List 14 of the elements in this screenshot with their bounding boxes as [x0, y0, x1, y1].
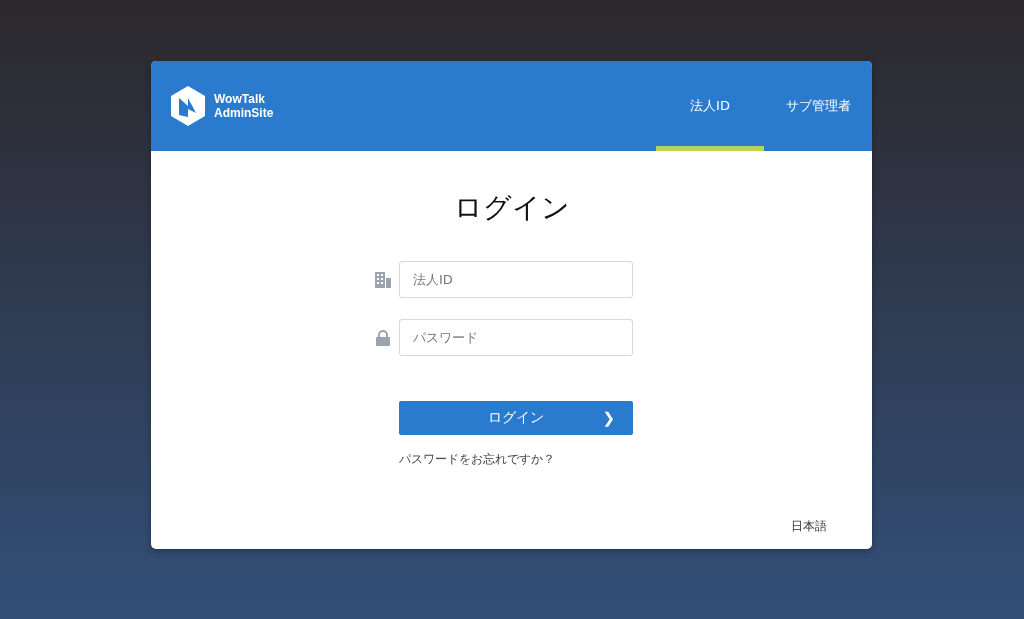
logo-title: WowTalk [214, 92, 266, 106]
logo-subtitle: AdminSite [214, 106, 274, 120]
tab[interactable]: 法人ID [656, 61, 764, 151]
login-button[interactable]: ログイン ❯ [399, 401, 633, 435]
page-title: ログイン [452, 190, 571, 226]
language-link[interactable]: 日本語 [791, 518, 827, 535]
tab[interactable]: サブ管理者 [764, 61, 872, 151]
chevron-icon: ❯ [602, 409, 615, 427]
forgot-password-link[interactable]: パスワードをお忘れですか？ [399, 451, 555, 468]
building-icon [375, 271, 391, 288]
input-field[interactable]: 法人ID [399, 261, 633, 298]
logo-icon [169, 85, 207, 127]
lock-icon [375, 329, 391, 346]
input-field[interactable]: パスワード [399, 319, 633, 356]
